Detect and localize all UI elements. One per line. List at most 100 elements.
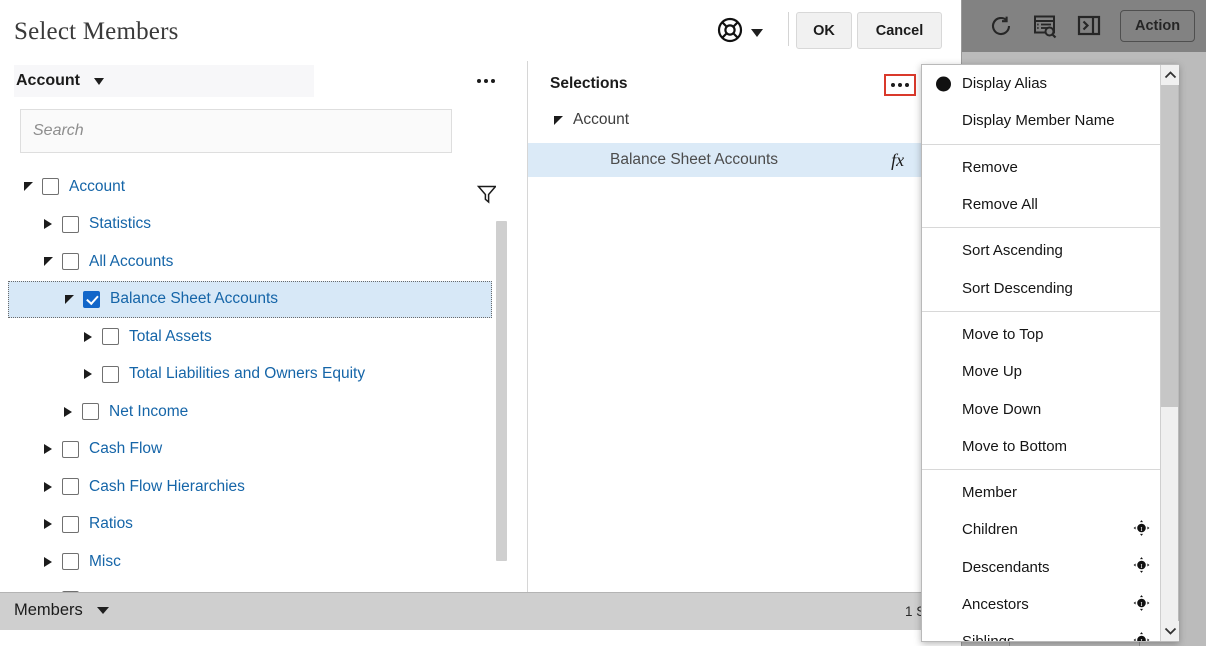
menu-item-label: Ancestors — [962, 596, 1029, 613]
selections-root-node[interactable]: Account — [528, 105, 961, 135]
dimension-selector[interactable]: Account — [14, 65, 314, 97]
collapse-triangle-icon[interactable] — [40, 216, 56, 232]
collapse-triangle-icon[interactable] — [40, 479, 56, 495]
menu-item-move-to-bottom[interactable]: Move to Bottom — [922, 428, 1162, 465]
menu-item-display-member-name[interactable]: Display Member Name — [922, 102, 1162, 139]
expand-triangle-icon[interactable] — [61, 291, 77, 307]
collapse-triangle-icon[interactable] — [60, 404, 76, 420]
members-label: Members — [14, 601, 83, 619]
tree-node-checkbox[interactable] — [62, 440, 79, 458]
hierarchy-node-icon[interactable]: I — [1133, 519, 1150, 540]
chevron-up-icon[interactable] — [1161, 65, 1179, 85]
tree-node-checkbox[interactable] — [62, 215, 79, 233]
tree-node-label: Net Income — [109, 402, 189, 420]
tree-node[interactable]: All Accounts — [8, 243, 492, 281]
expand-triangle-icon[interactable] — [40, 254, 56, 270]
menu-item-member[interactable]: Member — [922, 474, 1162, 511]
menu-item-move-to-top[interactable]: Move to Top — [922, 316, 1162, 353]
ok-button-label: OK — [813, 22, 835, 39]
tree-node[interactable]: Total Assets — [8, 318, 492, 356]
context-menu-items[interactable]: Display Alias Display Member Name Remove Re… — [922, 65, 1162, 641]
svg-text:I: I — [1140, 638, 1142, 641]
chevron-down-icon[interactable] — [96, 607, 109, 614]
tree-node-checkbox[interactable] — [62, 253, 79, 271]
tree-node[interactable]: Net Income — [8, 393, 492, 431]
selections-title: Selections — [550, 75, 628, 92]
expand-triangle-icon[interactable] — [20, 179, 36, 195]
selection-row[interactable]: Balance Sheet Accounts fx ✕ — [528, 143, 961, 177]
fx-icon[interactable]: fx — [891, 150, 904, 171]
ok-button[interactable]: OK — [796, 12, 852, 49]
dialog-footer: Members 1 Selec — [0, 592, 961, 630]
tree-node-label: Balance Sheet Accounts — [110, 290, 279, 308]
tree-node-checkbox[interactable] — [62, 553, 79, 571]
hierarchy-node-icon[interactable]: I — [1133, 594, 1150, 615]
tree-node-label: Statistics — [89, 215, 152, 233]
tree-node-label: Total Assets — [129, 327, 212, 345]
menu-item-sort-descending[interactable]: Sort Descending — [922, 269, 1162, 306]
tree-scrollbar-thumb[interactable] — [496, 221, 507, 561]
hierarchy-node-icon[interactable]: I — [1133, 631, 1150, 641]
cancel-button[interactable]: Cancel — [857, 12, 942, 49]
tree-node[interactable]: Cash Flow Hierarchies — [8, 468, 492, 506]
tree-node-checkbox[interactable] — [42, 178, 59, 196]
svg-text:I: I — [1140, 600, 1142, 607]
lifesaver-help-icon[interactable] — [716, 16, 744, 49]
menu-item-label: Move to Top — [962, 325, 1044, 343]
search-input[interactable] — [21, 110, 451, 152]
tree-node-checkbox[interactable] — [102, 328, 119, 346]
menu-item-label: Move to Bottom — [962, 437, 1068, 455]
menu-item-move-down[interactable]: Move Down — [922, 390, 1162, 427]
help-menu[interactable] — [716, 16, 763, 49]
menu-item-sort-ascending[interactable]: Sort Ascending — [922, 232, 1162, 269]
menu-item-display-alias[interactable]: Display Alias — [922, 65, 1162, 102]
tree-node[interactable]: Ratios — [8, 506, 492, 544]
menu-item-siblings[interactable]: Siblings I — [922, 623, 1162, 641]
tree-node[interactable]: Balance Sheet Accounts — [8, 280, 492, 318]
selections-more-options-button[interactable] — [884, 74, 916, 96]
tree-node-checkbox[interactable] — [83, 290, 100, 308]
menu-item-label: Remove All — [962, 196, 1038, 214]
collapse-triangle-icon[interactable] — [40, 554, 56, 570]
page-title: Select Members — [14, 18, 179, 45]
expand-triangle-icon[interactable] — [550, 112, 566, 128]
tree-node[interactable]: Total Liabilities and Owners Equity — [8, 356, 492, 394]
menu-item-label: Children — [962, 521, 1018, 539]
chevron-down-icon[interactable] — [751, 28, 763, 37]
tree-node[interactable]: PL — [8, 581, 492, 592]
selections-root-label: Account — [573, 111, 630, 128]
menu-separator — [922, 310, 1162, 312]
menu-item-remove-all[interactable]: Remove All — [922, 186, 1162, 223]
member-tree[interactable]: Account Statistics All Accounts Balance She… — [8, 168, 492, 592]
collapse-triangle-icon[interactable] — [80, 366, 96, 382]
menu-item-remove[interactable]: Remove — [922, 149, 1162, 186]
collapse-triangle-icon[interactable] — [40, 441, 56, 457]
tree-node-checkbox[interactable] — [82, 403, 99, 421]
tree-node[interactable]: Cash Flow — [8, 431, 492, 469]
tree-node[interactable]: Account — [8, 168, 492, 206]
menu-item-label: Sort Ascending — [962, 242, 1063, 260]
tree-node-label: All Accounts — [89, 252, 174, 270]
collapse-triangle-icon[interactable] — [80, 329, 96, 345]
tree-node-checkbox[interactable] — [62, 478, 79, 496]
menu-scrollbar-thumb[interactable] — [1161, 85, 1178, 407]
menu-item-descendants[interactable]: Descendants I — [922, 549, 1162, 586]
tree-scrollbar[interactable] — [496, 168, 507, 592]
menu-scrollbar[interactable] — [1160, 65, 1179, 641]
tree-node[interactable]: Misc — [8, 543, 492, 581]
menu-item-children[interactable]: Children I — [922, 511, 1162, 548]
menu-separator — [922, 468, 1162, 470]
chevron-down-icon[interactable] — [94, 77, 104, 85]
chevron-down-icon[interactable] — [1161, 621, 1179, 641]
tree-node[interactable]: Statistics — [8, 206, 492, 244]
members-selector[interactable]: Members — [14, 601, 109, 620]
menu-item-move-up[interactable]: Move Up — [922, 353, 1162, 390]
tree-node-checkbox[interactable] — [62, 515, 79, 533]
svg-text:I: I — [1140, 526, 1142, 533]
tree-node-checkbox[interactable] — [102, 365, 119, 383]
tree-more-options-button[interactable] — [472, 72, 500, 90]
collapse-triangle-icon[interactable] — [40, 516, 56, 532]
menu-item-ancestors[interactable]: Ancestors I — [922, 586, 1162, 623]
search-box[interactable] — [20, 109, 452, 153]
hierarchy-node-icon[interactable]: I — [1133, 557, 1150, 578]
